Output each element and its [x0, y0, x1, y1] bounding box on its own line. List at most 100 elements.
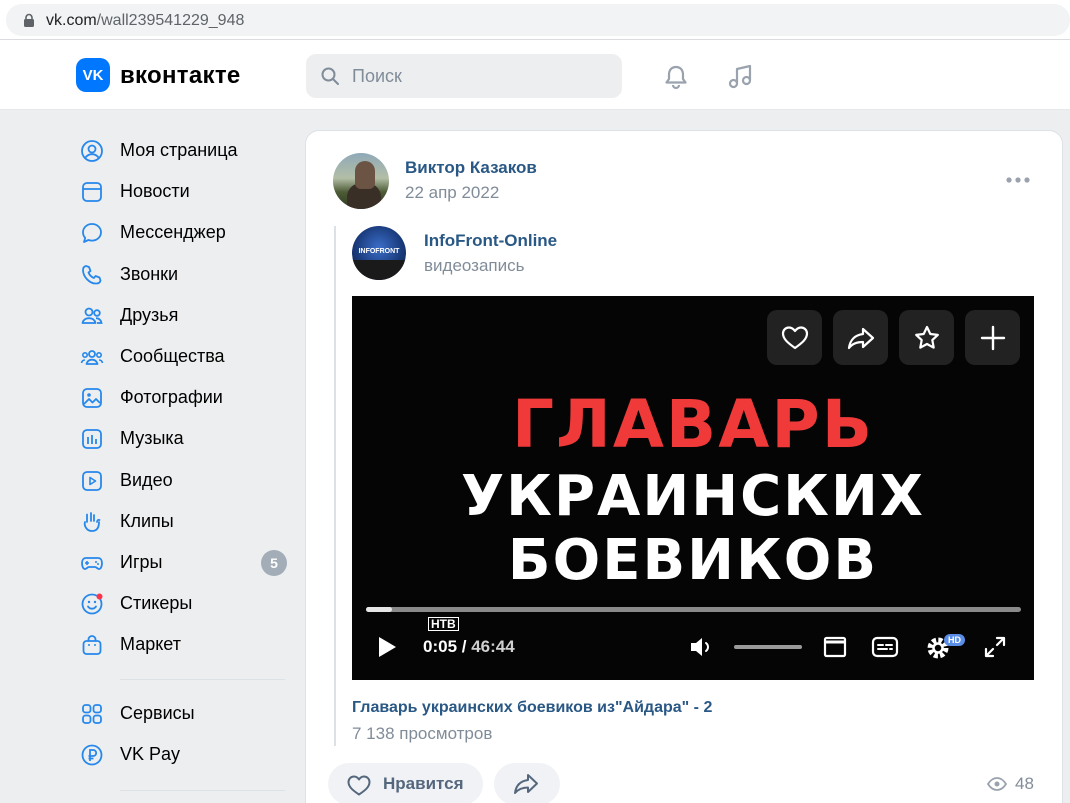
sidebar-divider: [120, 790, 285, 791]
vkpay-icon: [81, 744, 103, 766]
sidebar-item-label: Стикеры: [120, 593, 193, 614]
source-avatar-text: INFOFRONT: [358, 248, 400, 255]
heart-icon: [781, 326, 809, 350]
sidebar-item-messenger[interactable]: Мессенджер: [70, 212, 300, 253]
fullscreen-icon[interactable]: [982, 634, 1008, 660]
sidebar-item-label: Мессенджер: [120, 222, 226, 243]
sidebar-item-label: Фотографии: [120, 387, 223, 408]
repost-source-type: видеозапись: [424, 256, 525, 275]
sidebar-item-photos[interactable]: Фотографии: [70, 377, 300, 418]
sidebar-item-vkpay[interactable]: VK Pay: [70, 734, 300, 775]
channel-logo: НТВ: [428, 617, 459, 631]
phone-icon: [82, 264, 102, 284]
video-title-line: ГЛАВАРЬ: [511, 386, 874, 463]
sidebar-item-news[interactable]: Новости: [70, 171, 300, 212]
video-views-count: 7 138 просмотров: [352, 724, 493, 743]
heart-icon: [347, 775, 371, 796]
sidebar-item-label: Музыка: [120, 428, 184, 449]
browser-address-bar: vk.com/wall239541229_948: [0, 0, 1070, 40]
video-title-line: УКРАИНСКИХ: [461, 464, 925, 529]
video-caption-link[interactable]: Главарь украинских боевиков из"Айдара" -…: [352, 699, 712, 717]
market-bag-icon: [82, 635, 102, 656]
video-progress-fill: [366, 607, 393, 612]
like-button[interactable]: Нравится: [328, 763, 483, 803]
sidebar-item-label: Моя страница: [120, 140, 238, 160]
video-share-button[interactable]: [833, 310, 888, 365]
video-like-button[interactable]: [767, 310, 822, 365]
sidebar-item-label: Сервисы: [120, 703, 195, 723]
eye-icon: [987, 777, 1007, 791]
post-author-name[interactable]: Виктор Казаков: [405, 158, 537, 178]
sidebar-item-label: Друзья: [120, 304, 179, 325]
sidebar-item-communities[interactable]: Сообщества: [70, 336, 300, 377]
sidebar-item-label: Звонки: [120, 263, 179, 284]
plus-icon: [980, 325, 1006, 351]
sidebar-item-label: Новости: [120, 181, 190, 202]
video-player[interactable]: ГЛАВАРЬ УКРАИНСКИХ БОЕВИКОВ НТВ 0:05 / 4…: [352, 296, 1034, 680]
sidebar-item-label: Видео: [120, 469, 173, 490]
video-add-button[interactable]: [965, 310, 1020, 365]
sticker-icon: [81, 593, 103, 615]
star-icon: [915, 325, 939, 349]
video-title-line: БОЕВИКОВ: [507, 528, 879, 593]
sidebar-item-video[interactable]: Видео: [70, 460, 300, 501]
sidebar-item-services[interactable]: Сервисы: [70, 693, 300, 734]
share-arrow-icon: [847, 327, 875, 350]
clips-icon: [83, 511, 101, 532]
sidebar-item-label: Маркет: [120, 634, 181, 655]
site-header: VK вконтакте: [0, 40, 1070, 110]
play-icon[interactable]: [374, 634, 400, 660]
sidebar-item-label: Сообщества: [120, 345, 225, 366]
sidebar-item-my-page[interactable]: Моя страница: [70, 130, 300, 171]
sidebar-item-market[interactable]: Маркет: [70, 624, 300, 665]
friends-icon: [81, 307, 103, 324]
url-text: vk.com/wall239541229_948: [46, 12, 245, 29]
sidebar-secondary: Сервисы VK Pay: [70, 693, 300, 775]
sidebar-item-label: Клипы: [120, 510, 174, 531]
share-arrow-icon: [514, 774, 538, 794]
video-favorite-button[interactable]: [899, 310, 954, 365]
lock-icon: [24, 13, 34, 27]
sidebar-item-label: Игры: [120, 551, 163, 572]
sidebar-item-stickers[interactable]: Стикеры: [70, 583, 300, 624]
miniplayer-icon[interactable]: [822, 634, 848, 660]
source-avatar[interactable]: INFOFRONT: [352, 226, 406, 280]
user-circle-icon: [81, 140, 103, 162]
share-button[interactable]: [494, 763, 560, 803]
sidebar-item-label: VK Pay: [120, 744, 181, 765]
video-icon: [82, 470, 102, 491]
more-options-icon[interactable]: [1004, 170, 1032, 190]
newsfeed-icon: [82, 182, 102, 203]
gamepad-icon: [81, 556, 103, 570]
like-button-label: Нравится: [383, 774, 464, 793]
bell-icon[interactable]: [661, 62, 691, 92]
vk-logo-icon[interactable]: VK: [76, 58, 110, 92]
services-grid-icon: [82, 704, 102, 724]
url-field[interactable]: vk.com/wall239541229_948: [6, 4, 1070, 36]
sidebar-item-friends[interactable]: Друзья: [70, 295, 300, 336]
games-count-badge: 5: [261, 549, 287, 576]
photo-icon: [82, 388, 102, 409]
volume-slider[interactable]: [734, 645, 802, 649]
sidebar-item-games[interactable]: Игры 5: [70, 542, 300, 583]
repost-indicator-line: [334, 226, 336, 746]
music-note-icon[interactable]: [726, 62, 756, 92]
post-view-count: 48: [1015, 774, 1034, 793]
post-date[interactable]: 22 апр 2022: [405, 183, 499, 203]
search-icon: [321, 67, 339, 85]
search-input[interactable]: [352, 63, 602, 89]
video-timecode: 0:05 / 46:44: [423, 637, 515, 656]
sidebar-item-music[interactable]: Музыка: [70, 418, 300, 459]
sidebar-divider: [120, 679, 285, 680]
communities-icon: [80, 350, 104, 365]
sidebar-item-clips[interactable]: Клипы: [70, 501, 300, 542]
video-progress-bar[interactable]: [366, 607, 1021, 612]
repost-source-name[interactable]: InfoFront-Online: [424, 231, 557, 251]
sidebar-item-calls[interactable]: Звонки: [70, 254, 300, 295]
search-box[interactable]: [306, 54, 622, 98]
logo-text[interactable]: вконтакте: [120, 62, 241, 90]
subtitles-icon[interactable]: [870, 634, 900, 660]
left-sidebar: Моя страница Новости Мессенджер Звонки Д…: [70, 130, 300, 665]
author-avatar[interactable]: [333, 153, 389, 209]
volume-icon[interactable]: [688, 634, 716, 660]
